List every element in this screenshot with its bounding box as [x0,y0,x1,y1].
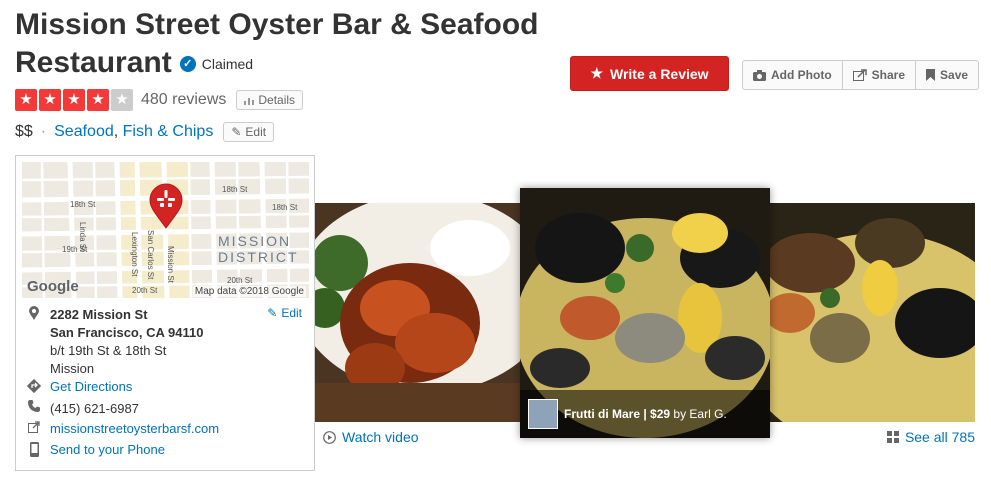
map-street-label: Lexington St [130,232,139,277]
map-street-label: 20th St [227,276,253,285]
pencil-icon: ✎ [231,125,242,139]
website-link[interactable]: missionstreetoysterbarsf.com [50,421,219,436]
details-button[interactable]: Details [236,90,304,110]
see-all-photos-link[interactable]: See all 785 [886,429,975,445]
save-button[interactable]: Save [916,61,978,89]
write-review-button[interactable]: ★ Write a Review [570,56,729,91]
photo-mussels-plate[interactable] [770,203,975,422]
star-empty-icon: ★ [111,89,133,111]
map-district-label: MISSION [218,233,291,249]
mussels-plate-image [770,203,975,422]
get-directions-link[interactable]: Get Directions [50,379,132,394]
website-row: missionstreetoysterbarsf.com [26,421,219,436]
play-circle-icon [323,430,336,444]
action-button-group: Add Photo Share Save [742,60,980,90]
price-range: $$ [15,123,33,140]
add-photo-button[interactable]: Add Photo [743,61,843,89]
watch-video-label: Watch video [342,429,419,445]
directions-row: Get Directions [26,379,132,394]
camera-icon [753,69,766,81]
edit-label: Edit [245,125,267,139]
user-avatar[interactable] [528,399,558,429]
star-icon: ★ [590,65,603,81]
business-name: Mission Street Oyster Bar & Seafood Rest… [15,8,539,79]
photo-frutti-di-mare[interactable]: Frutti di Mare | $29 by Earl G. [520,188,770,438]
category-separator: , [113,123,123,140]
watch-video-link[interactable]: Watch video [323,429,419,445]
shrimp-plate-image [315,203,520,422]
address-block: 2282 Mission St San Francisco, CA 94110 … [26,306,203,378]
star-filled-icon: ★ [87,89,109,111]
category-row: $$ · Seafood, Fish & Chips ✎ Edit [15,121,275,143]
save-label: Save [940,68,969,82]
map-info-card: 18th St 18th St 19th St 20th St 20th St … [15,155,315,471]
separator-dot: · [40,123,47,140]
map-street-label: 18th St [272,203,298,212]
rating-row: ★ ★ ★ ★ ★ 480 reviews Details [15,89,304,111]
pencil-icon: ✎ [267,306,278,320]
category-link-seafood[interactable]: Seafood [54,123,114,141]
phone-row: (415) 621-6987 [26,400,139,418]
edit-address-link[interactable]: ✎ Edit [267,306,302,320]
neighborhood: Mission [50,361,95,376]
photo-shrimp-plate[interactable] [315,203,520,422]
review-count[interactable]: 480 reviews [141,91,226,109]
address-line2: San Francisco, CA 94110 [50,325,204,340]
add-photo-label: Add Photo [771,68,832,82]
claimed-label: Claimed [201,56,254,73]
directions-icon [26,379,42,393]
star-filled-icon: ★ [15,89,37,111]
photo-caption-author[interactable]: by Earl G. [673,407,726,421]
google-logo: Google [27,278,79,295]
address-line1: 2282 Mission St [50,307,148,322]
share-button[interactable]: Share [843,61,917,89]
map-street-label: Mission St [166,246,175,284]
verified-check-icon: ✓ [179,56,196,73]
map-street-label: 20th St [132,286,158,295]
map-marker-icon [26,306,42,320]
map-street-label: Linda St [78,222,87,252]
category-link-fish-chips[interactable]: Fish & Chips [123,123,214,141]
bookmark-icon [926,69,936,81]
details-label: Details [258,93,296,107]
mobile-phone-icon [26,442,42,457]
star-filled-icon: ★ [39,89,61,111]
map-district-label: DISTRICT [218,249,299,265]
bar-chart-icon [244,97,255,105]
photo-caption: Frutti di Mare | $29 by Earl G. [520,390,770,438]
external-link-icon [26,421,42,433]
map-attribution[interactable]: Map data ©2018 Google [192,286,306,297]
send-phone-row: Send to your Phone [26,442,165,457]
map-street-label: San Carlos St [146,230,155,280]
cross-streets: b/t 19th St & 18th St [50,343,167,358]
photo-caption-title: Frutti di Mare | $29 [564,407,671,421]
edit-categories-button[interactable]: ✎ Edit [223,122,275,142]
write-review-label: Write a Review [610,65,709,82]
phone-number: (415) 621-6987 [50,401,139,416]
see-all-label: See all 785 [904,429,975,445]
grid-icon [886,431,899,443]
map-street-label: 18th St [222,185,248,194]
star-rating: ★ ★ ★ ★ ★ [15,89,133,111]
map-street-label: 18th St [70,200,96,209]
business-title: Mission Street Oyster Bar & Seafood Rest… [15,6,575,83]
edit-address-label: Edit [281,306,302,320]
share-icon [852,69,867,81]
location-map[interactable]: 18th St 18th St 19th St 20th St 20th St … [22,162,309,298]
phone-icon [26,400,42,412]
share-label: Share [871,68,906,82]
star-filled-icon: ★ [63,89,85,111]
photo-strip: Frutti di Mare | $29 by Earl G. [315,188,975,438]
send-to-phone-link[interactable]: Send to your Phone [50,442,165,457]
